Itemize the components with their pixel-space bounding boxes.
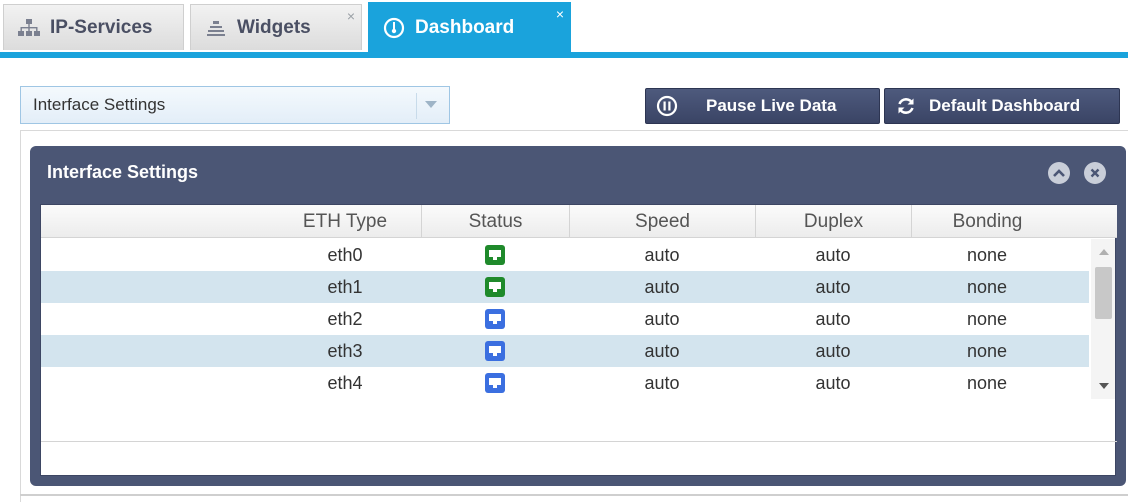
speed-cell: auto	[644, 308, 680, 329]
eth-type-cell: eth0	[327, 244, 363, 265]
ethernet-port-icon	[485, 309, 505, 329]
eth-type-cell: eth4	[327, 372, 363, 393]
table-row[interactable]: eth4 auto auto none	[41, 367, 1089, 399]
pause-live-data-button[interactable]: Pause Live Data	[645, 88, 880, 124]
bonding-cell: none	[966, 372, 1008, 393]
widget-select-value: Interface Settings	[33, 95, 166, 114]
chevron-down-icon[interactable]	[425, 101, 437, 108]
speed-cell: auto	[644, 276, 680, 297]
duplex-cell: auto	[815, 340, 851, 361]
default-dashboard-button[interactable]: Default Dashboard	[884, 88, 1120, 124]
column-header-duplex[interactable]: Duplex	[755, 205, 911, 238]
tab-label: Widgets	[237, 16, 311, 38]
content-divider	[20, 130, 1128, 131]
close-icon[interactable]: ×	[347, 9, 355, 23]
tab-ip-services[interactable]: IP-Services	[3, 4, 184, 50]
bonding-cell: none	[966, 308, 1008, 329]
duplex-cell: auto	[815, 276, 851, 297]
scroll-down-icon[interactable]	[1099, 383, 1109, 389]
status-cell	[421, 335, 569, 367]
widget-title: Interface Settings	[47, 162, 199, 182]
collapse-icon[interactable]	[1048, 162, 1070, 184]
status-cell	[421, 271, 569, 303]
select-divider	[416, 93, 417, 119]
pause-circle-icon	[656, 95, 678, 117]
ethernet-port-icon	[485, 245, 505, 265]
column-header-eth-type[interactable]: ETH Type	[269, 205, 421, 238]
speed-cell: auto	[644, 244, 680, 265]
eth-type-cell: eth2	[327, 308, 363, 329]
table-row[interactable]: eth0 auto auto none	[41, 239, 1089, 271]
pause-live-data-label: Pause Live Data	[706, 96, 837, 115]
column-header-status[interactable]: Status	[421, 205, 569, 238]
ethernet-port-icon	[485, 341, 505, 361]
scroll-up-icon[interactable]	[1099, 249, 1109, 255]
bonding-cell: none	[966, 244, 1008, 265]
table-row[interactable]: eth2 auto auto none	[41, 303, 1089, 335]
status-cell	[421, 367, 569, 399]
gauge-icon	[383, 17, 405, 39]
table-body: eth0 auto auto none eth1 auto auto none …	[41, 239, 1089, 399]
interface-settings-widget: Interface Settings ETH Type Status Speed…	[30, 146, 1126, 486]
widget-select[interactable]: Interface Settings	[20, 86, 450, 124]
speed-cell: auto	[644, 372, 680, 393]
tab-dashboard[interactable]: Dashboard ×	[368, 2, 571, 54]
eth-type-cell: eth1	[327, 276, 363, 297]
interface-table: ETH Type Status Speed Duplex Bonding eth…	[40, 204, 1117, 476]
table-row[interactable]: eth3 auto auto none	[41, 335, 1089, 367]
column-header-bonding[interactable]: Bonding	[911, 205, 1063, 238]
column-header-speed[interactable]: Speed	[569, 205, 755, 238]
table-row[interactable]: eth1 auto auto none	[41, 271, 1089, 303]
network-tree-icon	[18, 17, 40, 39]
eth-type-cell: eth3	[327, 340, 363, 361]
default-dashboard-label: Default Dashboard	[929, 96, 1081, 115]
table-header: ETH Type Status Speed Duplex Bonding	[41, 205, 1117, 238]
status-cell	[421, 239, 569, 271]
tab-label: Dashboard	[415, 17, 515, 38]
tab-bar: IP-Services Widgets × Dashboard ×	[0, 0, 1128, 58]
speed-cell: auto	[644, 340, 680, 361]
refresh-icon	[895, 95, 917, 117]
bonding-cell: none	[966, 340, 1008, 361]
duplex-cell: auto	[815, 372, 851, 393]
status-cell	[421, 303, 569, 335]
ethernet-port-icon	[485, 373, 505, 393]
content-border	[20, 130, 21, 502]
close-icon[interactable]: ×	[556, 7, 564, 21]
stack-icon	[205, 17, 227, 39]
table-footer-divider	[41, 441, 1117, 442]
table-scrollbar[interactable]	[1091, 239, 1115, 399]
tab-underline	[0, 52, 1128, 58]
content-bottom-border	[20, 494, 1128, 496]
duplex-cell: auto	[815, 308, 851, 329]
tab-widgets[interactable]: Widgets ×	[190, 4, 362, 50]
bonding-cell: none	[966, 276, 1008, 297]
ethernet-port-icon	[485, 277, 505, 297]
scroll-thumb[interactable]	[1095, 267, 1112, 319]
tab-label: IP-Services	[50, 16, 153, 38]
close-icon[interactable]	[1084, 162, 1106, 184]
duplex-cell: auto	[815, 244, 851, 265]
